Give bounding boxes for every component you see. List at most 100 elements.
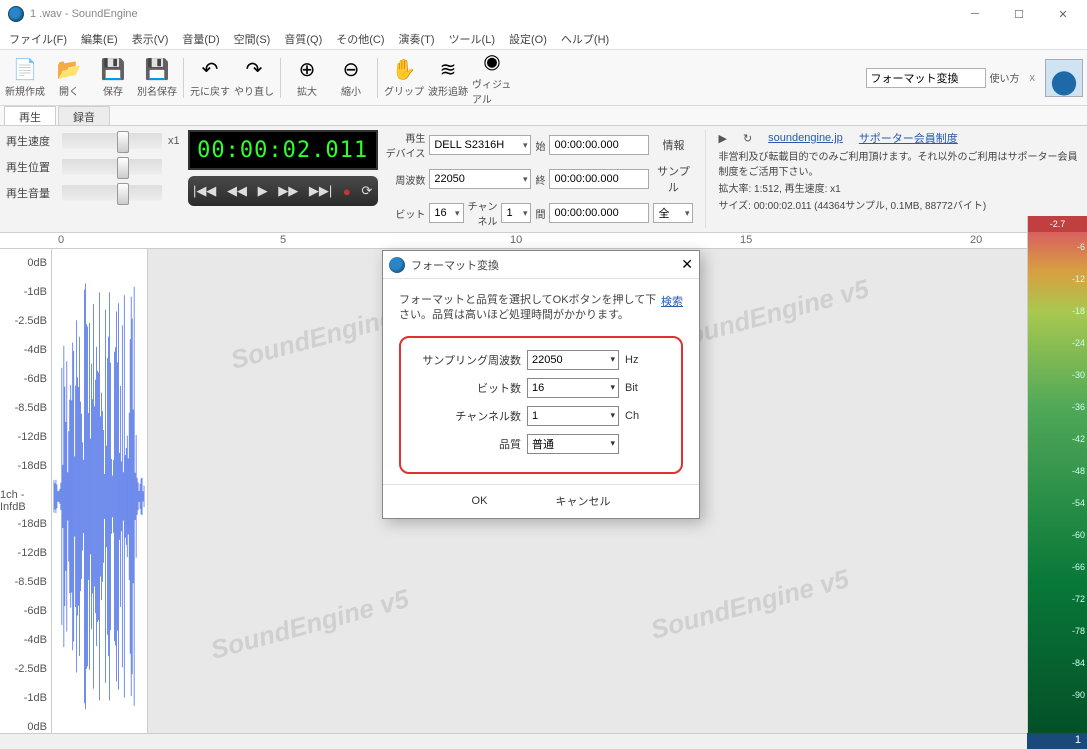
form-label: 品質 xyxy=(411,436,521,452)
rewind-button[interactable]: ◀◀ xyxy=(227,183,247,199)
volume-slider[interactable] xyxy=(62,185,162,201)
titlebar: 1 .wav - SoundEngine ─ ☐ ✕ xyxy=(0,0,1087,28)
minimize-button[interactable]: ─ xyxy=(953,0,997,28)
info-line2: 拡大率: 1:512, 再生速度: x1 xyxy=(718,180,1081,195)
h-scrollbar[interactable] xyxy=(0,733,1027,749)
form-row: ビット数16Bit xyxy=(411,378,671,398)
menubar: ファイル(F)編集(E)表示(V)音量(D)空間(S)音質(Q)その他(C)演奏… xyxy=(0,28,1087,50)
toolbar-label: やり直し xyxy=(234,83,274,98)
end-field[interactable]: 00:00:00.000 xyxy=(549,169,649,189)
supporter-link[interactable]: サポーター会員制度 xyxy=(859,130,958,146)
db-label: -1dB xyxy=(24,286,47,298)
cancel-button[interactable]: キャンセル xyxy=(541,489,624,513)
visual-button[interactable]: ◉ヴィジュアル xyxy=(471,53,513,103)
refresh-icon[interactable]: ↻ xyxy=(743,132,752,145)
ruler-tick: 15 xyxy=(740,234,752,246)
meter-tick: -90 xyxy=(1072,690,1085,700)
span-field[interactable]: 00:00:00.000 xyxy=(549,203,649,223)
device-select[interactable]: DELL S2316H xyxy=(429,135,531,155)
skip-back-button[interactable]: |◀◀ xyxy=(193,183,216,199)
tab-play[interactable]: 再生 xyxy=(4,106,56,125)
menu-item[interactable]: ヘルプ(H) xyxy=(554,28,616,50)
db-label: -8.5dB xyxy=(15,576,47,588)
dialog-search-link[interactable]: 検索 xyxy=(661,293,683,309)
toolbar-label: 拡大 xyxy=(297,83,317,98)
menu-item[interactable]: 音量(D) xyxy=(175,28,226,50)
grip-icon: ✋ xyxy=(392,57,416,81)
usage-label: 使い方 xyxy=(990,70,1020,85)
waveform[interactable] xyxy=(52,249,148,749)
form-row: チャンネル数 1 Ch xyxy=(411,406,671,426)
meter-tick: -78 xyxy=(1072,626,1085,636)
start-field[interactable]: 00:00:00.000 xyxy=(549,135,649,155)
form-select-3[interactable]: 普通 xyxy=(527,434,619,454)
bit-select[interactable]: 16 xyxy=(429,203,463,223)
zoomin-icon: ⊕ xyxy=(295,57,319,81)
ruler-tick: 20 xyxy=(970,234,982,246)
info-line3: サイズ: 00:00:02.011 (44364サンプル, 0.1MB, 887… xyxy=(718,197,1081,212)
meter-tick: -84 xyxy=(1072,658,1085,668)
toolbar-label: 別名保存 xyxy=(137,83,177,98)
toolbar-label: 元に戻す xyxy=(190,83,230,98)
form-select-2[interactable]: 1 xyxy=(527,406,619,426)
meter-tick: -36 xyxy=(1072,402,1085,412)
forward-button[interactable]: ▶▶ xyxy=(278,183,298,199)
saveas-button[interactable]: 💾 別名保存 xyxy=(136,53,178,103)
menu-item[interactable]: その他(C) xyxy=(329,28,391,50)
visual-icon: ◉ xyxy=(480,50,504,74)
menu-item[interactable]: 設定(O) xyxy=(502,28,554,50)
zoomout-button[interactable]: ⊖縮小 xyxy=(330,53,372,103)
clear-search-icon[interactable]: x xyxy=(1024,72,1042,84)
menu-item[interactable]: ツール(L) xyxy=(442,28,502,50)
position-slider[interactable] xyxy=(62,159,162,175)
save-button[interactable]: 💾保存 xyxy=(92,53,134,103)
form-unit: Ch xyxy=(625,410,639,422)
wavetrace-button[interactable]: ≋波形追跡 xyxy=(427,53,469,103)
open-button[interactable]: 📂開く xyxy=(48,53,90,103)
undo-button[interactable]: ↶元に戻す xyxy=(189,53,231,103)
record-button[interactable]: ● xyxy=(343,184,351,199)
toolbar-label: 波形追跡 xyxy=(428,83,468,98)
redo-button[interactable]: ↷やり直し xyxy=(233,53,275,103)
ok-button[interactable]: OK xyxy=(458,491,502,511)
end-label: 終 xyxy=(535,172,545,187)
volume-label: 再生音量 xyxy=(6,185,56,201)
search-input[interactable] xyxy=(866,68,986,88)
form-select-1[interactable]: 16 xyxy=(527,378,619,398)
menu-item[interactable]: 編集(E) xyxy=(74,28,125,50)
close-button[interactable]: ✕ xyxy=(1041,0,1085,28)
form-label: チャンネル数 xyxy=(411,408,521,424)
play-button[interactable]: ▶ xyxy=(258,183,268,199)
new-button[interactable]: 📄新規作成 xyxy=(4,53,46,103)
db-label: 0dB xyxy=(27,257,47,269)
zoomin-button[interactable]: ⊕ 拡大 xyxy=(286,53,328,103)
maximize-button[interactable]: ☐ xyxy=(997,0,1041,28)
dialog-close-button[interactable]: ✕ xyxy=(681,256,693,273)
ch-select[interactable]: 1 xyxy=(501,203,531,223)
span-label: 間 xyxy=(535,206,545,221)
bit-label: ビット xyxy=(386,206,426,221)
menu-item[interactable]: 演奏(T) xyxy=(392,28,442,50)
nav-back-icon[interactable]: ▶ xyxy=(718,132,726,145)
grip-button[interactable]: ✋グリップ xyxy=(383,53,425,103)
meter-tick: -24 xyxy=(1072,338,1085,348)
form-row: サンプリング周波数22050Hz xyxy=(411,350,671,370)
skip-fwd-button[interactable]: ▶▶| xyxy=(309,183,332,199)
menu-item[interactable]: 空間(S) xyxy=(227,28,278,50)
all-select[interactable]: 全 xyxy=(653,203,693,223)
tab-record[interactable]: 録音 xyxy=(58,106,110,125)
ch-label: チャン ネル xyxy=(468,198,498,228)
toolbar-label: 開く xyxy=(59,83,79,98)
form-select-0[interactable]: 22050 xyxy=(527,350,619,370)
site-link[interactable]: soundengine.jp xyxy=(768,132,843,144)
speed-slider[interactable] xyxy=(62,133,162,149)
sample-label: サンプル xyxy=(653,163,693,195)
time-ruler[interactable]: 0 5 10 15 20 xyxy=(0,233,1087,249)
freq-select[interactable]: 22050 xyxy=(429,169,531,189)
menu-item[interactable]: ファイル(F) xyxy=(2,28,74,50)
saveas-icon: 💾 xyxy=(145,57,169,81)
menu-item[interactable]: 音質(Q) xyxy=(277,28,329,50)
loop-button[interactable]: ⟳ xyxy=(361,183,372,199)
menu-item[interactable]: 表示(V) xyxy=(125,28,176,50)
db-label: -1dB xyxy=(24,692,47,704)
